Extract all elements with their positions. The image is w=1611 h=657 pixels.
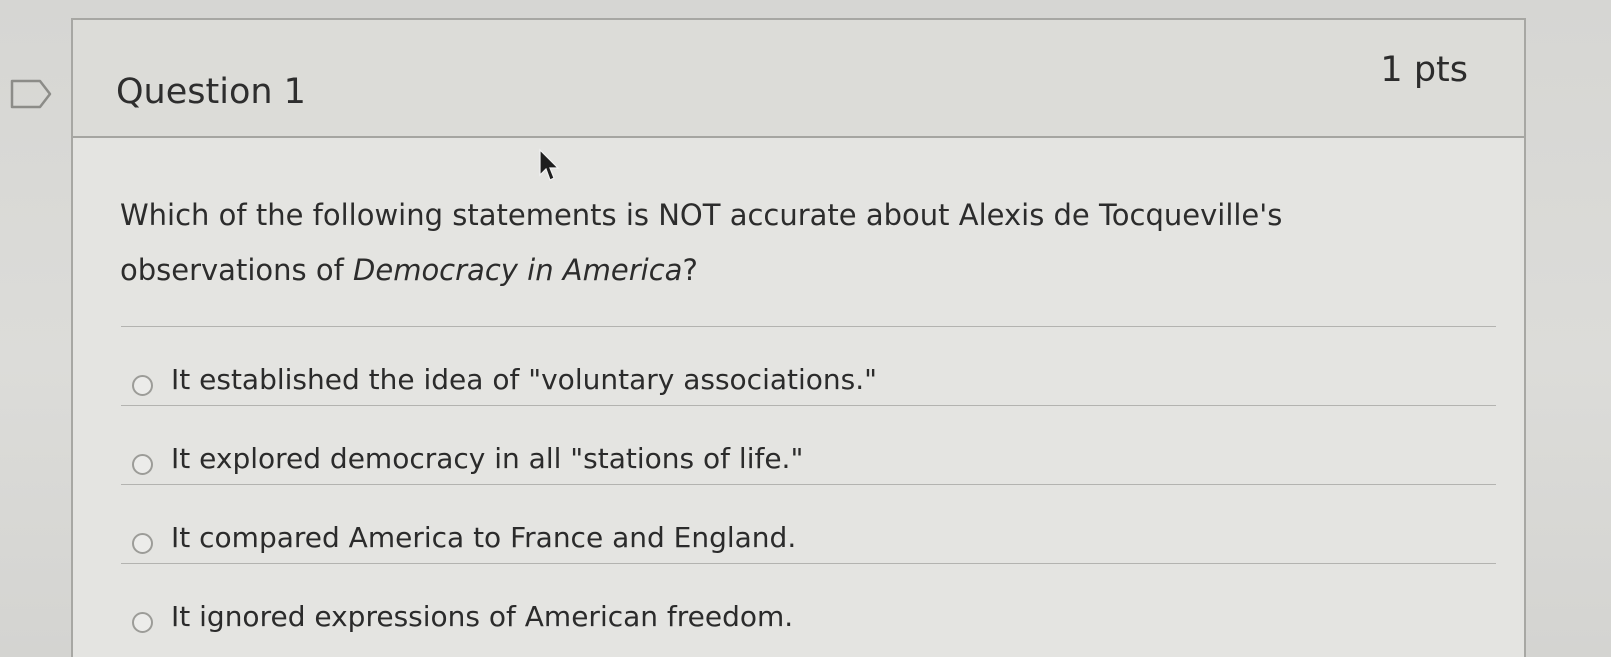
question-points: 1 pts: [1380, 50, 1468, 90]
answer-label[interactable]: It ignored expressions of American freed…: [171, 600, 793, 633]
answer-list: It established the idea of "voluntary as…: [121, 326, 1496, 642]
mouse-pointer-icon: [539, 148, 560, 181]
quiz-page: Question 1 1 pts Which of the following …: [0, 0, 1611, 657]
radio-button[interactable]: [132, 612, 153, 633]
radio-button[interactable]: [132, 375, 153, 396]
answer-option[interactable]: It ignored expressions of American freed…: [121, 563, 1496, 642]
question-text-end: ?: [682, 253, 698, 287]
question-text-main: Which of the following statements is NOT…: [120, 198, 1283, 287]
radio-button[interactable]: [132, 454, 153, 475]
answer-option[interactable]: It compared America to France and Englan…: [121, 484, 1496, 563]
flag-question-icon[interactable]: [10, 79, 52, 109]
answer-label[interactable]: It compared America to France and Englan…: [171, 521, 796, 554]
question-card: Question 1 1 pts Which of the following …: [71, 18, 1526, 657]
question-title: Question 1: [116, 72, 306, 112]
radio-button[interactable]: [132, 533, 153, 554]
question-text: Which of the following statements is NOT…: [120, 188, 1410, 298]
question-header: Question 1 1 pts: [73, 20, 1524, 138]
answer-option[interactable]: It explored democracy in all "stations o…: [121, 405, 1496, 484]
answer-label[interactable]: It established the idea of "voluntary as…: [171, 363, 877, 396]
question-text-italic: Democracy in America: [353, 253, 683, 287]
answer-option[interactable]: It established the idea of "voluntary as…: [121, 326, 1496, 405]
answer-label[interactable]: It explored democracy in all "stations o…: [171, 442, 803, 475]
